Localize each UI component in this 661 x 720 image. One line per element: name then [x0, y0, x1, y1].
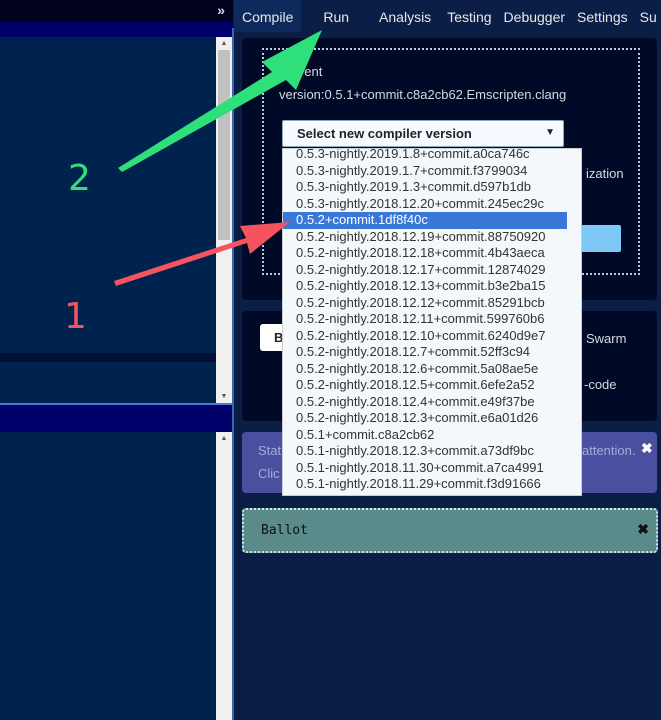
annotation-label-2: 2 — [68, 158, 91, 199]
red-arrow — [114, 222, 290, 286]
annotation-overlay: 2 1 — [64, 30, 322, 337]
annotation-label-1: 1 — [64, 296, 87, 337]
green-arrow — [118, 30, 322, 172]
